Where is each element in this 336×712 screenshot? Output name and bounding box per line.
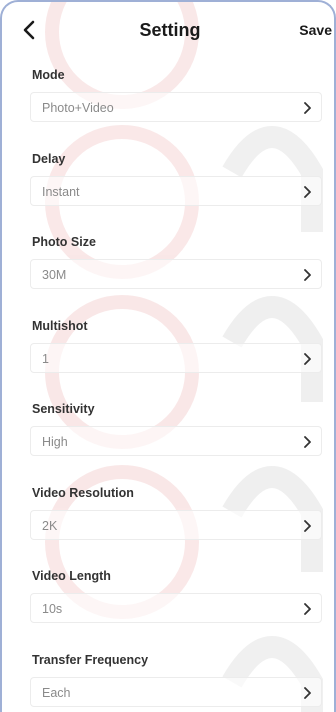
setting-value: High bbox=[42, 435, 68, 449]
setting-mode: Mode Photo+Video bbox=[30, 60, 322, 144]
setting-label: Mode bbox=[32, 68, 65, 82]
photo-size-selector[interactable]: 30M bbox=[30, 259, 322, 289]
setting-sensitivity: Sensitivity High bbox=[30, 394, 322, 478]
settings-list: Mode Photo+Video Delay Instant Photo Siz… bbox=[30, 60, 322, 712]
setting-value: Each bbox=[42, 685, 71, 700]
setting-value: 10s bbox=[42, 602, 63, 616]
setting-transfer-frequency: Transfer Frequency Each bbox=[30, 645, 322, 712]
setting-multishot: Multishot 1 bbox=[30, 311, 322, 395]
setting-value: Photo+Video bbox=[42, 101, 114, 115]
setting-label: Transfer Frequency bbox=[32, 652, 149, 667]
setting-label: Delay bbox=[32, 151, 66, 166]
chevron-right-icon bbox=[304, 185, 311, 198]
setting-photo-size: Photo Size 30M bbox=[30, 227, 322, 311]
chevron-right-icon bbox=[304, 603, 311, 615]
save-button[interactable]: Save bbox=[299, 22, 332, 38]
video-length-selector[interactable]: 10s bbox=[30, 593, 322, 623]
app-screen: Setting Save Mode Photo+Video Delay Inst… bbox=[0, 0, 336, 712]
setting-delay: Delay Instant bbox=[30, 144, 322, 228]
chevron-right-icon bbox=[304, 436, 311, 448]
mode-selector[interactable]: Photo+Video bbox=[30, 92, 322, 122]
chevron-right-icon bbox=[304, 269, 311, 281]
setting-value: 30M bbox=[42, 268, 67, 282]
sensitivity-selector[interactable]: High bbox=[30, 426, 322, 456]
chevron-right-icon bbox=[304, 519, 311, 532]
page-title: Setting bbox=[139, 20, 201, 40]
setting-video-length: Video Length 10s bbox=[30, 561, 322, 645]
video-resolution-selector[interactable]: 2K bbox=[30, 509, 322, 540]
transfer-frequency-selector[interactable]: Each bbox=[30, 676, 322, 707]
setting-value: Instant bbox=[42, 184, 80, 199]
top-bar: Setting Save bbox=[2, 2, 334, 60]
setting-label: Multishot bbox=[32, 318, 88, 333]
chevron-right-icon bbox=[304, 352, 311, 365]
setting-label: Photo Size bbox=[32, 235, 96, 249]
setting-label: Video Resolution bbox=[32, 485, 134, 500]
setting-video-resolution: Video Resolution 2K bbox=[30, 478, 322, 562]
setting-value: 1 bbox=[42, 351, 49, 366]
chevron-right-icon bbox=[304, 102, 311, 114]
setting-label: Sensitivity bbox=[32, 402, 95, 416]
setting-label: Video Length bbox=[32, 569, 111, 583]
chevron-right-icon bbox=[304, 686, 311, 699]
setting-value: 2K bbox=[42, 518, 58, 533]
multishot-selector[interactable]: 1 bbox=[30, 342, 322, 373]
delay-selector[interactable]: Instant bbox=[30, 175, 322, 206]
